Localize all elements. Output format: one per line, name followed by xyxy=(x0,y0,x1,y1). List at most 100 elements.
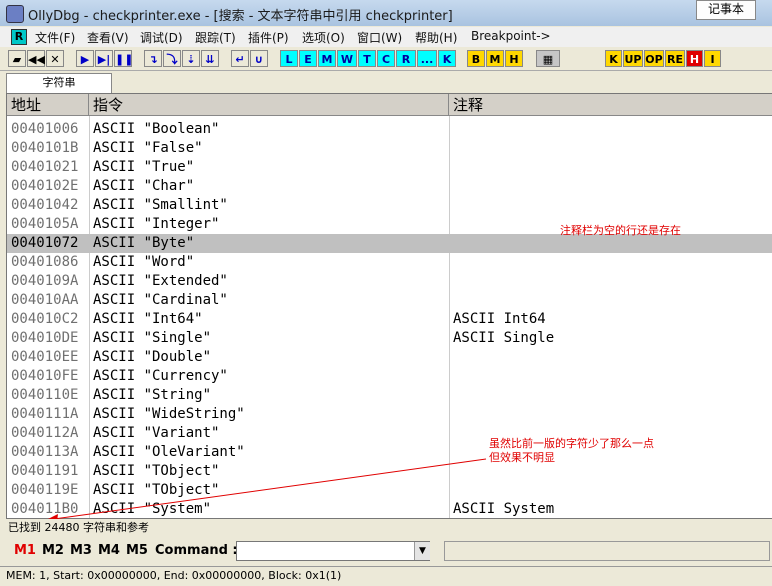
table-row[interactable]: 00401021 ASCII "True" xyxy=(7,158,772,177)
execute-till-user-icon[interactable]: ∪ xyxy=(250,50,268,67)
execute-till-return-icon[interactable]: ↵ xyxy=(231,50,249,67)
row-instruction: ASCII "Boolean" xyxy=(93,121,220,137)
trace-over-icon[interactable]: ⇊ xyxy=(201,50,219,67)
mem-button-4[interactable]: M4 xyxy=(98,543,120,558)
memory-breakpoints-button[interactable]: M xyxy=(486,50,504,67)
search-result-status: 已找到 24480 字符串和参考 xyxy=(0,519,772,537)
up-button[interactable]: UP xyxy=(623,50,643,67)
table-row[interactable]: 00401086 ASCII "Word" xyxy=(7,253,772,272)
menu-file[interactable]: 文件(F) xyxy=(35,29,75,46)
row-address: 004010FE xyxy=(11,368,79,384)
table-row[interactable]: 0040112A ASCII "Variant" xyxy=(7,424,772,443)
menu-window[interactable]: 窗口(W) xyxy=(357,29,402,46)
trace-into-icon[interactable]: ⇣ xyxy=(182,50,200,67)
menu-options[interactable]: 选项(O) xyxy=(302,29,345,46)
table-row[interactable]: 0040109A ASCII "Extended" xyxy=(7,272,772,291)
column-header-instruction[interactable]: 指令 xyxy=(89,94,449,116)
row-instruction: ASCII "Integer" xyxy=(93,216,220,232)
row-instruction: ASCII "TObject" xyxy=(93,482,220,498)
breakpoints-button[interactable]: B xyxy=(467,50,485,67)
window-title: OllyDbg - checkprinter.exe - [搜索 - 文本字符串… xyxy=(28,9,453,24)
run-trace-button[interactable]: ... xyxy=(417,50,437,67)
table-row[interactable]: 00401191 ASCII "TObject" xyxy=(7,462,772,481)
row-address: 0040105A xyxy=(11,216,79,232)
table-row[interactable]: 004011B0 ASCII "System" ASCII System xyxy=(7,500,772,518)
row-address: 00401086 xyxy=(11,254,79,270)
row-instruction: ASCII "System" xyxy=(93,501,212,517)
row-address: 0040113A xyxy=(11,444,79,460)
annotation-line: 虽然比前一版的字符少了那么一点 xyxy=(489,437,654,450)
run-thread-icon[interactable]: ▶| xyxy=(95,50,113,67)
close-icon[interactable]: ✕ xyxy=(46,50,64,67)
menu-debug[interactable]: 调试(D) xyxy=(140,29,183,46)
row-instruction: ASCII "True" xyxy=(93,159,195,175)
row-instruction: ASCII "False" xyxy=(93,140,203,156)
mem-button-5[interactable]: M5 xyxy=(126,543,148,558)
toolbar: ▰ ◀◀ ✕ ▶ ▶| ❚❚ ↴ ⤵ ⇣ ⇊ ↵ ∪ L E M W T C R… xyxy=(0,48,772,71)
open-icon[interactable]: ▰ xyxy=(8,50,26,67)
column-header-address[interactable]: 地址 xyxy=(7,94,89,116)
row-instruction: ASCII "Variant" xyxy=(93,425,220,441)
strings-panel: 地址 指令 注释 00401006 ASCII "Boolean" 0040101B… xyxy=(6,93,772,519)
menu-help[interactable]: 帮助(H) xyxy=(415,29,457,46)
table-row[interactable]: 004010EE ASCII "Double" xyxy=(7,348,772,367)
mem-button-1[interactable]: M1 xyxy=(14,543,36,558)
row-instruction: ASCII "Byte" xyxy=(93,235,195,251)
mem-status-bar: MEM: 1, Start: 0x00000000, End: 0x000000… xyxy=(0,566,772,586)
row-comment: ASCII Single xyxy=(453,330,555,346)
table-row[interactable]: 004010C2 ASCII "Int64" ASCII Int64 xyxy=(7,310,772,329)
table-row[interactable]: 004010DE ASCII "Single" ASCII Single xyxy=(7,329,772,348)
memory-window-button[interactable]: M xyxy=(318,50,336,67)
cpu-window-button[interactable]: C xyxy=(377,50,395,67)
references-window-button[interactable]: R xyxy=(396,50,416,67)
table-row[interactable]: 0040110E ASCII "String" xyxy=(7,386,772,405)
row-address: 004010C2 xyxy=(11,311,79,327)
pause-icon[interactable]: ❚❚ xyxy=(114,50,133,67)
h-red-button[interactable]: H xyxy=(686,50,703,67)
log-window-button[interactable]: L xyxy=(280,50,298,67)
title-bar: OllyDbg - checkprinter.exe - [搜索 - 文本字符串… xyxy=(0,0,772,26)
row-instruction: ASCII "Single" xyxy=(93,330,212,346)
tab-strings[interactable]: 字符串 checkprinter xyxy=(6,73,112,107)
table-row[interactable]: 004010AA ASCII "Cardinal" xyxy=(7,291,772,310)
table-row[interactable]: 0040102E ASCII "Char" xyxy=(7,177,772,196)
menu-trace[interactable]: 跟踪(T) xyxy=(195,29,236,46)
annotation-note: 注释栏为空的行还是存在 xyxy=(560,224,681,237)
k-button[interactable]: K xyxy=(605,50,622,67)
rewind-icon[interactable]: ◀◀ xyxy=(27,50,45,67)
menu-breakpoint[interactable]: Breakpoint-> xyxy=(471,29,551,43)
table-row[interactable]: 0040119E ASCII "TObject" xyxy=(7,481,772,500)
windows-window-button[interactable]: W xyxy=(337,50,357,67)
mem-button-3[interactable]: M3 xyxy=(70,543,92,558)
grid-icon[interactable]: ▦ xyxy=(536,50,560,67)
row-address: 00401021 xyxy=(11,159,79,175)
row-address: 0040110E xyxy=(11,387,79,403)
row-address: 00401072 xyxy=(11,235,79,251)
op-button[interactable]: OP xyxy=(644,50,664,67)
hardware-breakpoints-button[interactable]: H xyxy=(505,50,523,67)
table-row[interactable]: 004010FE ASCII "Currency" xyxy=(7,367,772,386)
chevron-down-icon[interactable]: ▼ xyxy=(414,542,430,560)
notepad-button[interactable]: 记事本 xyxy=(696,0,756,20)
command-input[interactable] xyxy=(236,541,430,561)
call-stack-button[interactable]: K xyxy=(438,50,456,67)
table-row[interactable]: 00401006 ASCII "Boolean" xyxy=(7,120,772,139)
modules-window-button[interactable]: E xyxy=(299,50,317,67)
i-button[interactable]: I xyxy=(704,50,721,67)
row-instruction: ASCII "OleVariant" xyxy=(93,444,245,460)
column-header-comment[interactable]: 注释 xyxy=(449,94,772,116)
table-row[interactable]: 00401042 ASCII "Smallint" xyxy=(7,196,772,215)
menu-plugins[interactable]: 插件(P) xyxy=(248,29,289,46)
run-icon[interactable]: ▶ xyxy=(76,50,94,67)
r-icon[interactable]: R xyxy=(11,29,27,45)
table-row[interactable]: 0040111A ASCII "WideString" xyxy=(7,405,772,424)
mem-button-2[interactable]: M2 xyxy=(42,543,64,558)
step-into-icon[interactable]: ↴ xyxy=(144,50,162,67)
threads-window-button[interactable]: T xyxy=(358,50,376,67)
re-button[interactable]: RE xyxy=(665,50,685,67)
table-row[interactable]: 0040113A ASCII "OleVariant" xyxy=(7,443,772,462)
step-over-icon[interactable]: ⤵ xyxy=(163,50,181,67)
row-address: 004010EE xyxy=(11,349,79,365)
menu-view[interactable]: 查看(V) xyxy=(87,29,129,46)
table-row[interactable]: 0040101B ASCII "False" xyxy=(7,139,772,158)
